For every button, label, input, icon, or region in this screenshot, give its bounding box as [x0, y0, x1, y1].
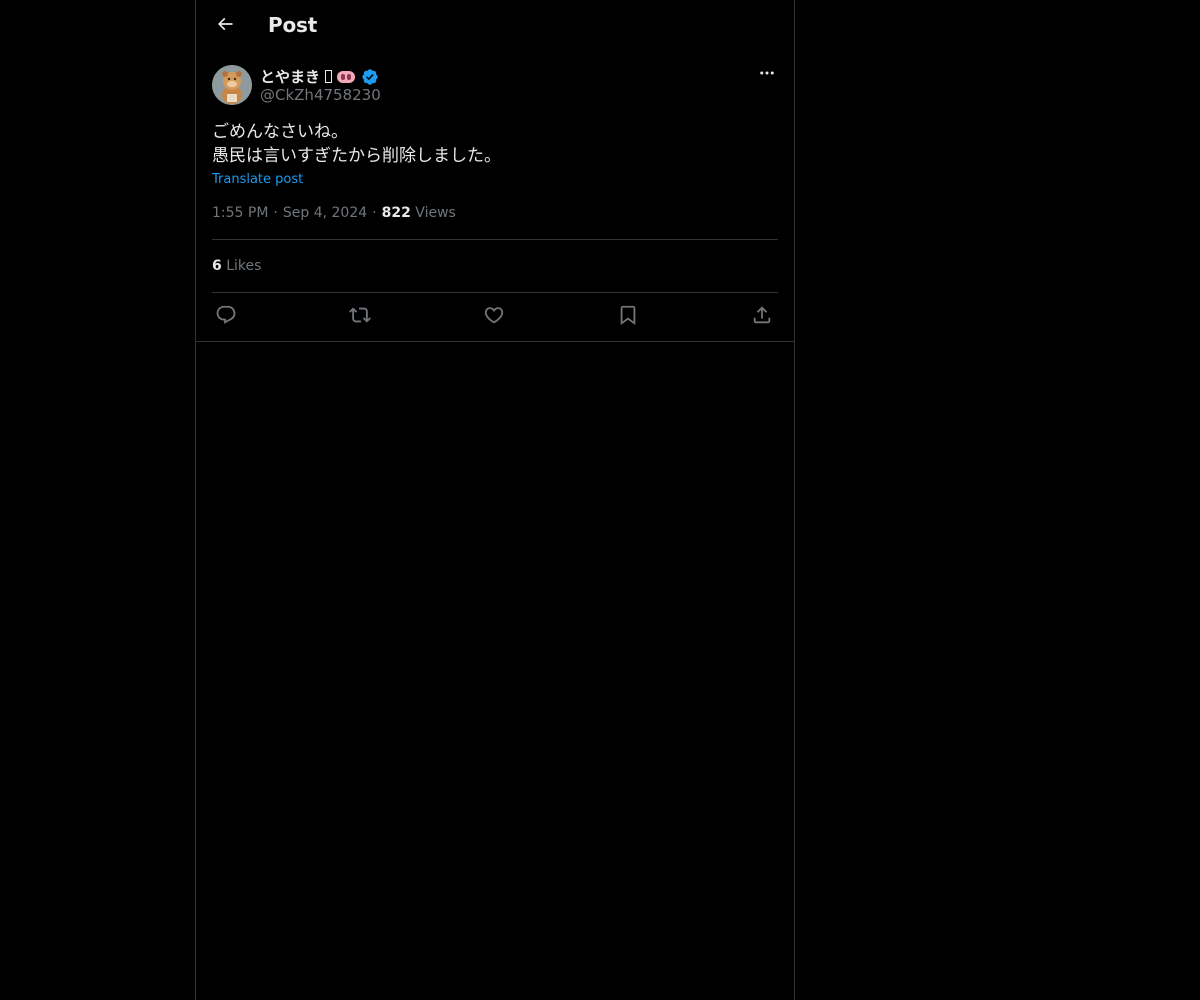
separator-dot: ·	[273, 205, 278, 221]
more-dots-icon	[758, 64, 776, 86]
reply-button[interactable]	[214, 305, 238, 329]
main-column: Post とやまき @CkZh4758230 ごめんなさいね。 愚民は言いすぎた…	[195, 0, 795, 1000]
back-button[interactable]	[208, 9, 242, 43]
share-icon	[751, 304, 773, 330]
post-meta: 1:55 PM · Sep 4, 2024 · 822 Views	[212, 202, 778, 224]
share-button[interactable]	[750, 305, 774, 329]
display-name: とやまき	[260, 68, 321, 86]
more-options-button[interactable]	[756, 64, 778, 86]
header: Post	[196, 0, 794, 53]
like-button[interactable]	[482, 305, 506, 329]
likes-link[interactable]: 6 Likes	[212, 240, 778, 292]
verified-badge-icon	[361, 68, 379, 86]
views-label: Views	[415, 205, 456, 221]
bookmark-icon	[617, 304, 639, 330]
heart-icon	[483, 304, 505, 330]
pig-nose-emoji	[337, 70, 356, 83]
author-handle[interactable]: @CkZh4758230	[260, 86, 381, 104]
views-count: 822	[381, 205, 411, 221]
author-name[interactable]: とやまき	[260, 66, 379, 87]
repost-button[interactable]	[348, 305, 372, 329]
page-title: Post	[268, 13, 318, 37]
likes-label: Likes	[226, 258, 262, 274]
post-text: ごめんなさいね。 愚民は言いすぎたから削除しました。	[212, 120, 778, 168]
post: とやまき @CkZh4758230 ごめんなさいね。 愚民は言いすぎたから削除し…	[212, 64, 778, 340]
arrow-left-icon	[215, 14, 235, 38]
post-text-line: ごめんなさいね。	[212, 122, 348, 142]
translate-post-link[interactable]: Translate post	[212, 172, 303, 187]
missing-glyph	[325, 70, 333, 83]
repost-icon	[349, 304, 371, 330]
post-time[interactable]: 1:55 PM	[212, 205, 268, 221]
avatar[interactable]	[212, 65, 252, 105]
action-bar	[212, 293, 778, 340]
reply-icon	[215, 304, 237, 330]
post-date[interactable]: Sep 4, 2024	[283, 205, 367, 221]
post-text-line: 愚民は言いすぎたから削除しました。	[212, 146, 501, 166]
likes-count: 6	[212, 258, 222, 274]
author-row: とやまき @CkZh4758230	[212, 64, 778, 106]
bookmark-button[interactable]	[616, 305, 640, 329]
separator-dot: ·	[372, 205, 377, 221]
post-bottom-border	[196, 341, 794, 342]
page: Post とやまき @CkZh4758230 ごめんなさいね。 愚民は言いすぎた…	[0, 0, 1200, 1000]
